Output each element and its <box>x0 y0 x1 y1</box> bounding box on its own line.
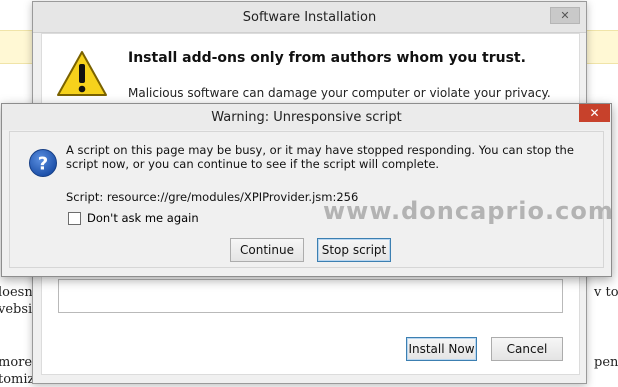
script-dialog-titlebar[interactable]: Warning: Unresponsive script ✕ <box>2 104 611 130</box>
warning-triangle-icon <box>57 51 107 96</box>
unresponsive-script-dialog: Warning: Unresponsive script ✕ ? A scrip… <box>1 103 612 277</box>
stop-script-button[interactable]: Stop script <box>317 238 391 262</box>
background-text-fragment: v to d <box>594 285 618 300</box>
dont-ask-again-checkbox[interactable] <box>68 212 81 225</box>
close-icon[interactable]: ✕ <box>579 104 610 122</box>
install-warning-description: Malicious software can damage your compu… <box>128 86 551 100</box>
install-dialog-titlebar[interactable]: Software Installation ✕ <box>33 2 586 33</box>
script-location: Script: resource://gre/modules/XPIProvid… <box>66 190 359 204</box>
svg-text:?: ? <box>38 154 48 175</box>
background-text-fragment: tomiz <box>0 372 35 387</box>
background-text-fragment: pendi <box>594 355 618 370</box>
background-text-fragment: more <box>0 355 33 370</box>
script-warning-message: A script on this page may be busy, or it… <box>66 143 574 171</box>
install-warning-heading: Install add-ons only from authors whom y… <box>128 50 526 66</box>
background-text-fragment: loesn <box>0 285 33 300</box>
dont-ask-again-label[interactable]: Don't ask me again <box>87 211 199 225</box>
script-dialog-title: Warning: Unresponsive script <box>211 110 402 125</box>
question-mark-icon: ? <box>29 149 57 177</box>
close-icon[interactable]: ✕ <box>550 7 580 24</box>
install-dialog-title: Software Installation <box>242 10 377 25</box>
addon-list[interactable] <box>58 279 563 313</box>
install-now-button[interactable]: Install Now <box>406 337 477 361</box>
watermark: www.doncaprio.com <box>323 197 614 225</box>
cancel-button[interactable]: Cancel <box>491 337 563 361</box>
continue-button[interactable]: Continue <box>230 238 304 262</box>
